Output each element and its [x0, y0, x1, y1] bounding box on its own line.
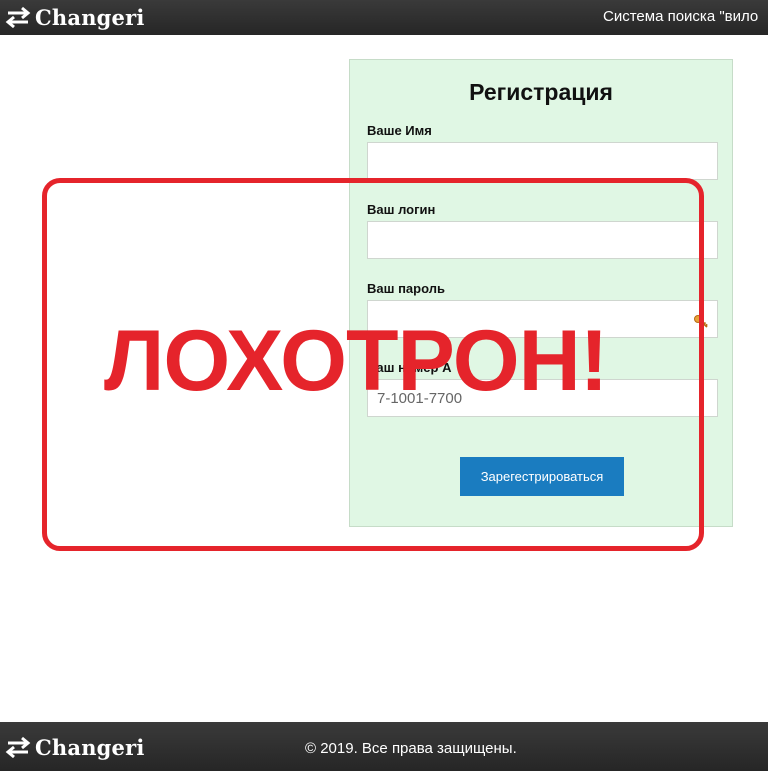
swap-arrows-icon — [5, 736, 31, 758]
footer: Changeri © 2019. Все права защищены. — [0, 722, 768, 771]
key-icon[interactable] — [693, 313, 709, 329]
top-bar: Changeri Система поиска "вило — [0, 0, 768, 35]
account-label: Ваш номер A — [367, 360, 452, 375]
header-tagline: Система поиска "вило — [603, 8, 759, 25]
footer-logo[interactable]: Changeri — [5, 733, 145, 761]
login-label: Ваш логин — [367, 202, 436, 217]
register-button[interactable]: Зарегестрироваться — [460, 457, 624, 496]
password-label: Ваш пароль — [367, 281, 445, 296]
password-input[interactable] — [367, 300, 718, 338]
copyright-text: © 2019. Все права защищены. — [305, 740, 517, 757]
page: Changeri Система поиска "вило Регистраци… — [0, 0, 768, 771]
logo-text: Changeri — [35, 4, 145, 30]
name-label: Ваше Имя — [367, 123, 432, 138]
form-title: Регистрация — [469, 79, 613, 105]
login-input[interactable] — [367, 221, 718, 259]
footer-logo-text: Changeri — [35, 734, 145, 760]
account-input[interactable] — [367, 379, 718, 417]
site-logo[interactable]: Changeri — [5, 3, 145, 31]
swap-arrows-icon — [5, 6, 31, 28]
registration-form: Регистрация Ваше Имя Ваш логин Ваш парол… — [349, 59, 733, 527]
name-input[interactable] — [367, 142, 718, 180]
